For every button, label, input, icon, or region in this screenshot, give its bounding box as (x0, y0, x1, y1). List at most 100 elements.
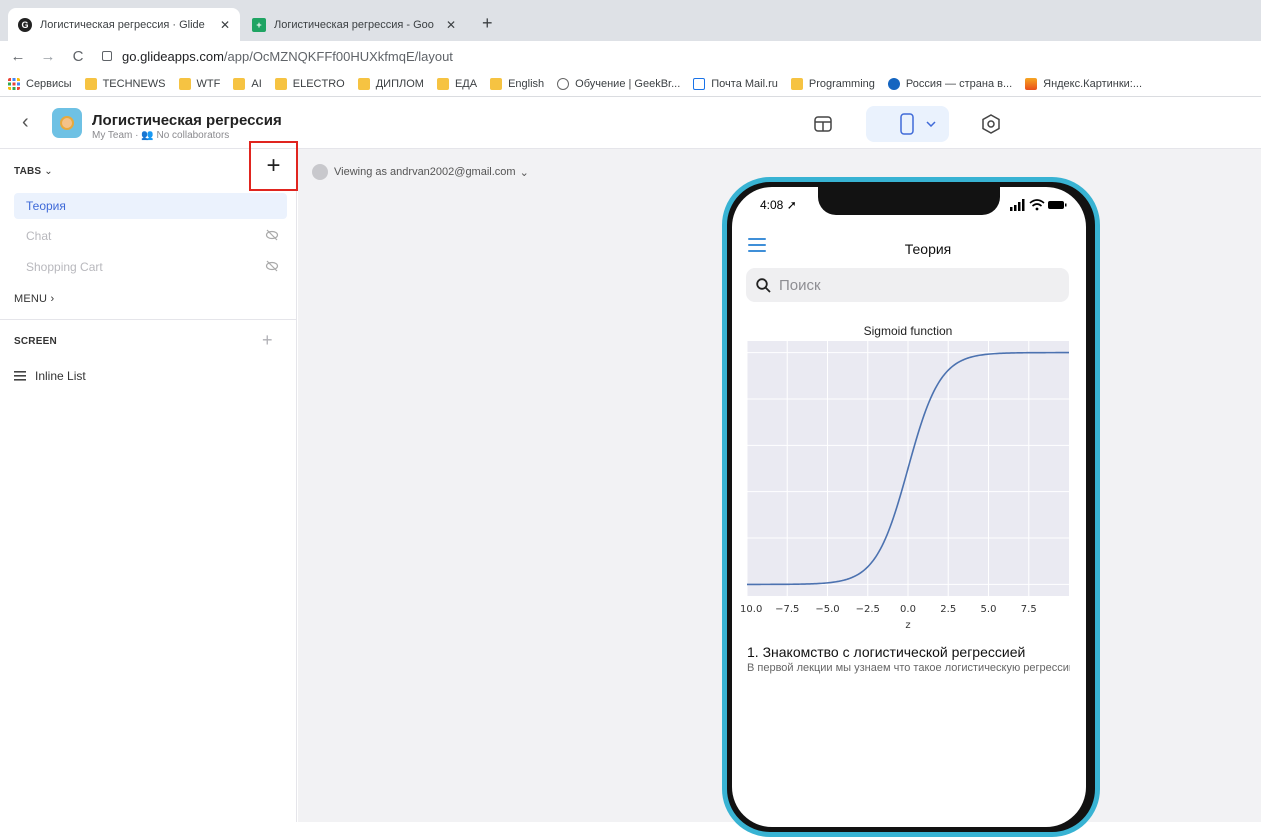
tabs-label: TABS (14, 166, 42, 177)
tab-item-chat[interactable]: Chat (14, 223, 287, 249)
glide-icon: G (18, 17, 32, 32)
url-host: go.glideapps.com (122, 48, 224, 64)
status-time-text: 4:08 (760, 198, 784, 212)
image-icon (1025, 77, 1038, 90)
browser-tab-strip: G Логистическая регрессия · Glide ✕ + Ло… (0, 0, 1261, 41)
close-icon[interactable]: ✕ (220, 18, 230, 32)
bookmark-technews[interactable]: TECHNEWS (84, 77, 166, 90)
bookmark-label: English (508, 77, 545, 90)
sheets-icon: + (252, 17, 266, 32)
settings-hexagon-icon[interactable] (978, 111, 1004, 137)
add-component-button[interactable]: + (262, 330, 273, 351)
screen-label: SCREEN (14, 336, 57, 347)
url-path: /app/OcMZNQKFFf00HUXkfmqE/layout (223, 48, 453, 64)
address-bar[interactable]: go.glideapps.com/app/OcMZNQKFFf00HUXkfmq… (102, 44, 1261, 68)
add-tab-button[interactable]: + (249, 141, 298, 191)
component-label: Inline List (35, 369, 86, 383)
bookmark-label: Обучение | GeekBr... (575, 77, 681, 90)
chevron-down-icon (918, 111, 944, 137)
bookmark-label: Россия — страна в... (905, 77, 1013, 90)
eye-off-icon[interactable] (265, 260, 279, 272)
back-arrow-icon[interactable]: ← (6, 48, 30, 65)
chevron-left-icon[interactable]: ‹ (22, 111, 29, 134)
browser-toolbar: ← → C go.glideapps.com/app/OcMZNQKFFf00H… (0, 41, 1261, 71)
location-arrow-icon: ➚ (786, 198, 797, 212)
search-placeholder: Поиск (779, 276, 821, 294)
folder-icon (357, 77, 370, 90)
browser-tab-glide[interactable]: G Логистическая регрессия · Glide ✕ (8, 8, 240, 41)
data-table-icon[interactable] (810, 111, 836, 137)
x-tick-label: 5.0 (981, 604, 997, 615)
tab-item-label: Shopping Cart (26, 260, 103, 274)
browser-tab-title: Логистическая регрессия · Glide (40, 18, 205, 31)
tab-item-shopping-cart[interactable]: Shopping Cart (14, 254, 287, 280)
folder-icon (178, 77, 191, 90)
folder-icon (84, 77, 97, 90)
divider (0, 319, 297, 320)
bookmark-programming[interactable]: Programming (790, 77, 875, 90)
lock-icon (102, 51, 112, 61)
list-item-subtitle: В первой лекции мы узнаем что такое логи… (747, 662, 1070, 674)
tabs-section-header[interactable]: TABS ⌄ (14, 166, 53, 177)
bookmark-english[interactable]: English (490, 77, 545, 90)
status-indicators-icon (1010, 199, 1067, 211)
geekbrains-icon (557, 77, 570, 90)
viewing-as-selector[interactable]: Viewing as andrvan2002@gmail.com ⌄ (312, 164, 529, 180)
tab-item-label: Теория (26, 199, 66, 213)
chevron-right-icon: › (50, 293, 55, 305)
list-item-title[interactable]: 1. Знакомство с логистической регрессией (747, 644, 1025, 660)
viewing-as-text: Viewing as andrvan2002@gmail.com (334, 166, 516, 178)
hamburger-menu-icon[interactable] (748, 238, 766, 252)
bookmark-label: ДИПЛОМ (375, 77, 424, 90)
bookmark-electro[interactable]: ELECTRO (274, 77, 345, 90)
mail-icon (693, 77, 706, 90)
x-tick-label: 0.0 (900, 604, 916, 615)
bookmark-label: TECHNEWS (102, 77, 166, 90)
browser-tab-sheets[interactable]: + Логистическая регрессия - Goo ✕ (242, 8, 466, 41)
x-tick-label: −10.0 (740, 604, 762, 615)
reload-icon[interactable]: C (66, 48, 90, 65)
phone-icon (894, 111, 920, 137)
screen-section-header: SCREEN (14, 336, 57, 347)
forward-arrow-icon[interactable]: → (36, 48, 60, 65)
bookmark-geekbrains[interactable]: Обучение | GeekBr... (557, 77, 681, 90)
bookmark-eda[interactable]: ЕДА (436, 77, 477, 90)
browser-tab-title: Логистическая регрессия - Goo (274, 18, 434, 31)
close-icon[interactable]: ✕ (446, 18, 456, 32)
search-input[interactable]: Поиск (746, 268, 1069, 302)
new-tab-button[interactable]: + (482, 13, 493, 34)
x-tick-label: −7.5 (775, 604, 799, 615)
chart-title: Sigmoid function (864, 324, 953, 338)
bookmark-diplom[interactable]: ДИПЛОМ (357, 77, 424, 90)
component-inline-list[interactable]: Inline List (14, 369, 86, 383)
app-header: ‹ Логистическая регрессия My Team · 👥 No… (0, 97, 1261, 149)
bookmark-services[interactable]: Сервисы (8, 77, 72, 90)
sidebar (0, 149, 297, 822)
folder-icon (436, 77, 449, 90)
screen-title: Теория (904, 241, 952, 257)
phone-notch (818, 187, 1000, 215)
bookmark-mail[interactable]: Почта Mail.ru (693, 77, 778, 90)
tab-item-theory[interactable]: Теория (14, 193, 287, 219)
sigmoid-chart: Sigmoid function −10.0 −7.5 −5.0 −2.5 0.0 2.5 5… (732, 318, 1076, 638)
bookmark-yandex-images[interactable]: Яндекс.Картинки:... (1025, 77, 1143, 90)
bookmark-label: AI (251, 77, 262, 90)
list-icon (14, 371, 26, 381)
menu-section-header[interactable]: MENU › (14, 293, 54, 305)
site-icon (887, 77, 900, 90)
chevron-down-icon: ⌄ (519, 166, 529, 179)
folder-icon (490, 77, 503, 90)
eye-off-icon[interactable] (265, 229, 279, 241)
menu-label: MENU (14, 293, 48, 305)
bookmark-russia[interactable]: Россия — страна в... (887, 77, 1013, 90)
bookmark-wtf[interactable]: WTF (178, 77, 221, 90)
folder-icon (274, 77, 287, 90)
bookmarks-bar: Сервисы TECHNEWS WTF AI ELECTRO ДИПЛОМ Е… (0, 71, 1261, 97)
bookmark-label: Яндекс.Картинки:... (1043, 77, 1143, 90)
bookmark-ai[interactable]: AI (233, 77, 262, 90)
bookmark-label: WTF (196, 77, 221, 90)
x-tick-label: −5.0 (815, 604, 839, 615)
chart-svg: Sigmoid function −10.0 −7.5 −5.0 −2.5 0.0 2.5 5… (732, 324, 1069, 631)
bookmark-label: Почта Mail.ru (711, 77, 778, 90)
chevron-down-icon: ⌄ (44, 166, 53, 177)
